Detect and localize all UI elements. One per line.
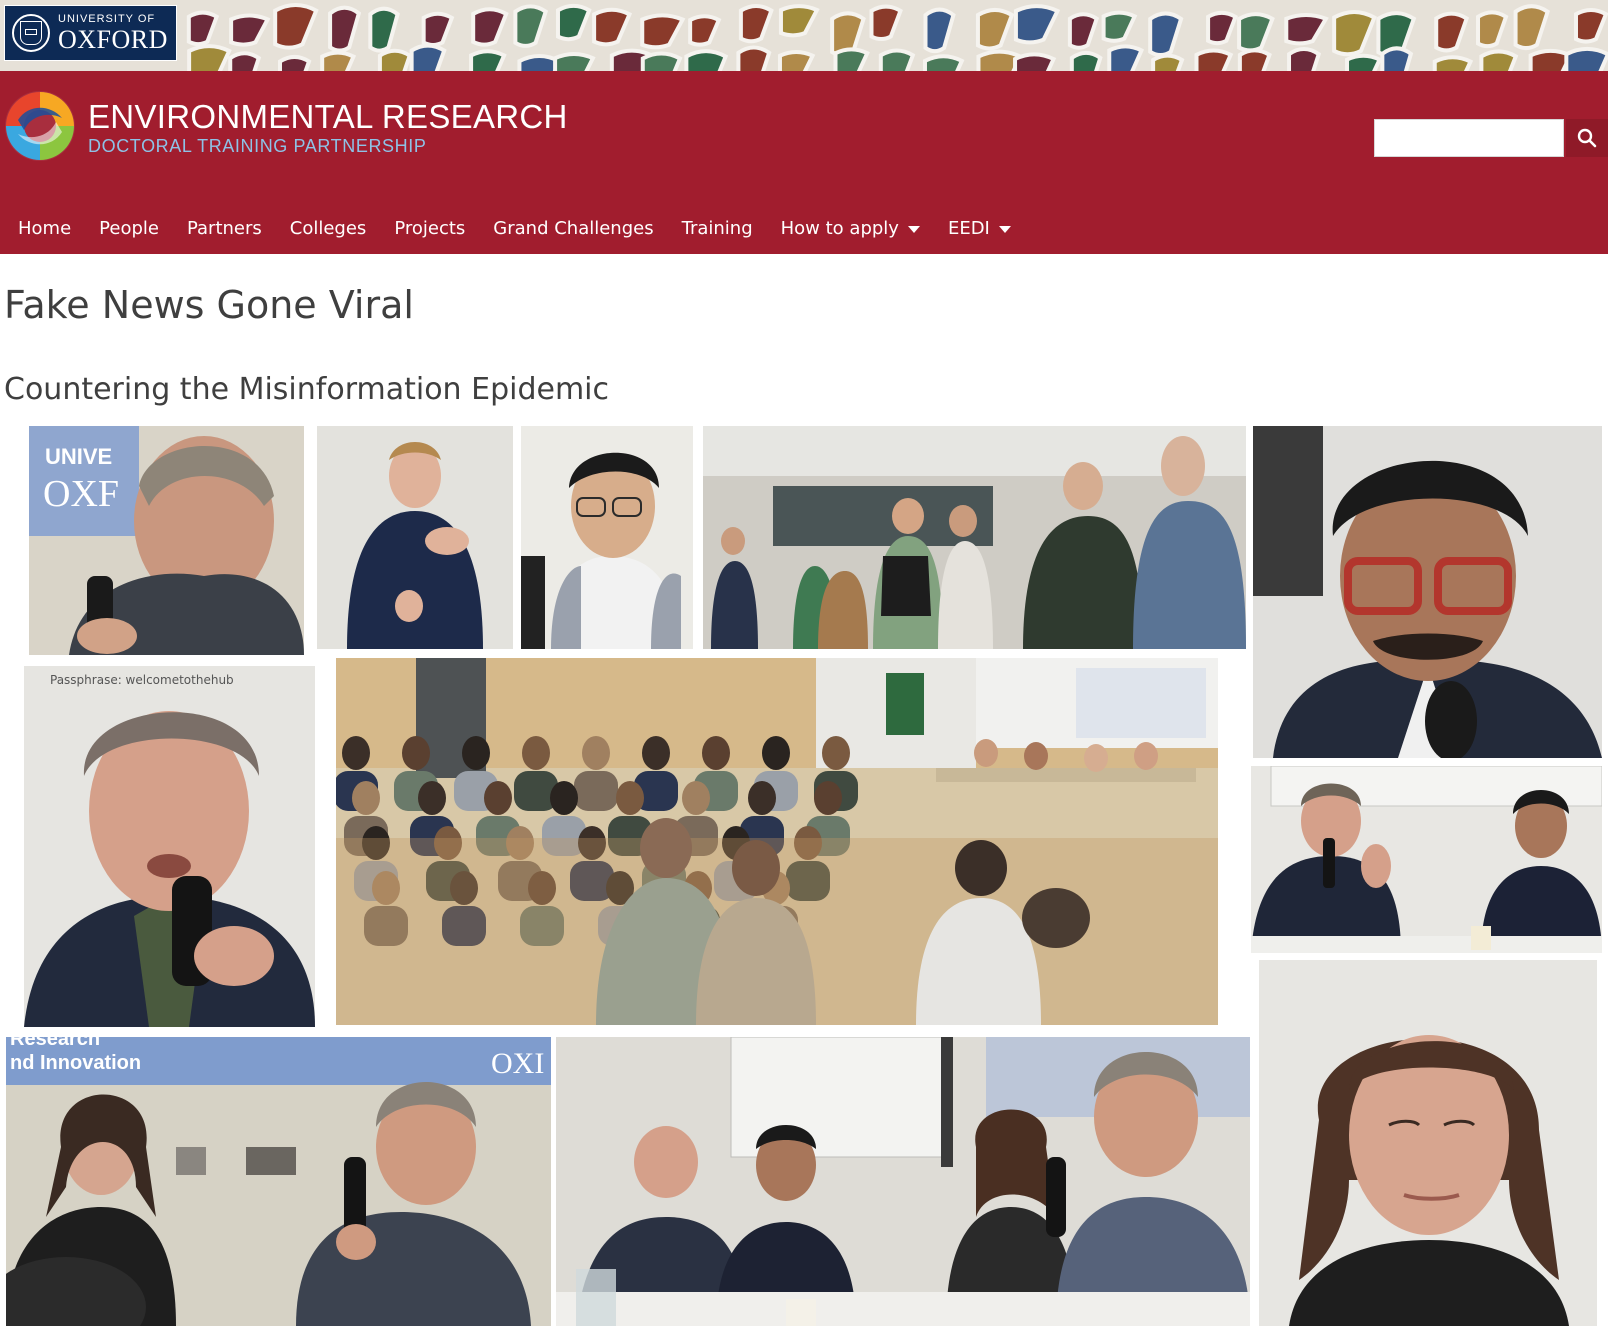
mosaic-tile [320, 50, 357, 71]
chevron-down-icon [998, 225, 1011, 233]
photo-banner-text-research: Research [10, 1037, 100, 1050]
mosaic-tile [833, 47, 870, 71]
audience-head [484, 781, 512, 815]
mosaic-tile [1151, 53, 1185, 71]
oxford-logo[interactable]: UNIVERSITY OF OXFORD [4, 5, 177, 61]
photo-speaker-older-man-mic[interactable]: Passphrase: welcometothehub [24, 666, 315, 1027]
main-nav: Home People Partners Colleges Projects G… [18, 213, 1039, 243]
audience-head [682, 781, 710, 815]
photo-panel-woman-and-speaker[interactable]: Research nd Innovation OXI [6, 1037, 551, 1326]
nav-item-people[interactable]: People [99, 218, 159, 239]
audience-head [342, 736, 370, 770]
oxford-crest-icon [12, 14, 50, 52]
audience-head [402, 736, 430, 770]
audience-head [616, 781, 644, 815]
mosaic-tile [1013, 52, 1057, 71]
chevron-down-icon [907, 225, 920, 233]
photo-panel-laughing[interactable] [556, 1037, 1250, 1326]
mosaic-tile [640, 51, 683, 71]
page-subtitle: Countering the Misinformation Epidemic [4, 372, 609, 407]
photo-man-red-glasses-mic[interactable] [1253, 426, 1602, 758]
audience-head [550, 781, 578, 815]
nav-item-partners[interactable]: Partners [187, 218, 262, 239]
mosaic-tile [1345, 53, 1383, 71]
photo-banner-text-oxf: OXF [43, 473, 119, 515]
photo-lecture-hall-audience[interactable] [336, 658, 1218, 1025]
mosaic-tile [922, 54, 965, 71]
mosaic-tile [777, 50, 816, 71]
search-icon [1577, 128, 1597, 148]
nav-item-training[interactable]: Training [682, 218, 753, 239]
audience-head [418, 781, 446, 815]
photo-audience-standing[interactable] [703, 426, 1246, 649]
mosaic-tile [736, 45, 772, 71]
audience-head [582, 736, 610, 770]
mosaic-banner: UNIVERSITY OF OXFORD [0, 0, 1608, 71]
audience-head [822, 736, 850, 770]
photo-banner-text-oxi: OXI [491, 1047, 544, 1080]
audience-head [462, 736, 490, 770]
mosaic-tile [878, 48, 916, 71]
mosaic-tile [553, 52, 596, 71]
mosaic-tile [1287, 47, 1322, 71]
mosaic-tile [409, 43, 447, 71]
mosaic-tile [187, 44, 232, 71]
page-title: Fake News Gone Viral [4, 283, 414, 327]
mosaic-pattern [0, 0, 1608, 71]
photo-panelists-discussion[interactable] [1251, 766, 1602, 953]
audience-body [574, 771, 618, 811]
photo-banner-text-innovation: nd Innovation [10, 1052, 141, 1074]
search-input[interactable] [1374, 119, 1564, 157]
oxford-logo-line2: OXFORD [58, 24, 168, 54]
audience-head [814, 781, 842, 815]
nav-item-colleges[interactable]: Colleges [290, 218, 367, 239]
nav-item-projects[interactable]: Projects [394, 218, 465, 239]
mosaic-tile [377, 48, 413, 71]
audience-head [702, 736, 730, 770]
mosaic-tile [1432, 55, 1474, 71]
mosaic-tile [1479, 49, 1519, 71]
mosaic-tile [1564, 46, 1608, 71]
audience-head [642, 736, 670, 770]
nav-item-home[interactable]: Home [18, 218, 71, 239]
photo-passphrase-text: Passphrase: welcometothehub [50, 673, 234, 687]
mosaic-tile [684, 49, 729, 71]
audience-head [522, 736, 550, 770]
mosaic-tile [469, 49, 507, 71]
audience-head [352, 781, 380, 815]
audience-head [762, 736, 790, 770]
site-header: ENVIRONMENTAL RESEARCH DOCTORAL TRAINING… [0, 71, 1608, 254]
nav-item-eedi[interactable]: EEDI [948, 218, 1011, 239]
nav-item-how-to-apply[interactable]: How to apply [781, 218, 920, 239]
site-subtitle: DOCTORAL TRAINING PARTNERSHIP [88, 136, 427, 156]
mosaic-tile [1069, 50, 1103, 71]
oxford-logo-line1: UNIVERSITY OF [58, 12, 156, 25]
mosaic-tile [277, 54, 312, 71]
photo-young-man-glasses[interactable] [521, 426, 693, 649]
site-title[interactable]: ENVIRONMENTAL RESEARCH [88, 98, 568, 136]
photo-banner-text-univ: UNIVE [45, 444, 112, 469]
mosaic-tile [228, 51, 262, 71]
photo-speaker-grey-hair-mic[interactable]: UNIVE OXF [29, 426, 304, 655]
mosaic-tile [1380, 46, 1414, 71]
nav-item-grand-challenges[interactable]: Grand Challenges [493, 218, 653, 239]
ertp-logo-icon[interactable] [4, 90, 76, 162]
mosaic-tile [1237, 48, 1272, 71]
photo-speaker-navy-polo[interactable] [317, 426, 513, 649]
audience-head [748, 781, 776, 815]
mosaic-tile [1194, 48, 1234, 71]
photo-woman-portrait[interactable] [1259, 960, 1597, 1326]
search-button[interactable] [1566, 119, 1608, 157]
